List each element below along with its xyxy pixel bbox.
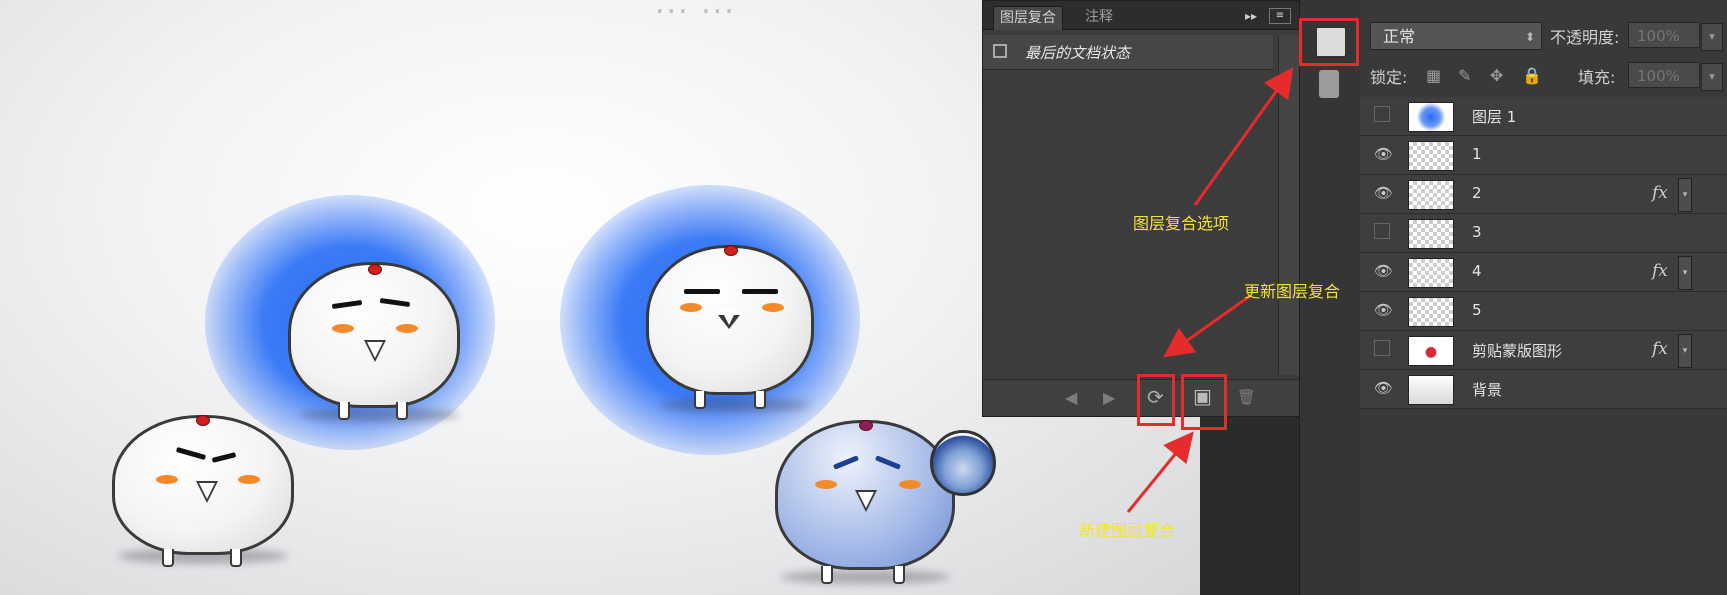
layers-panel: 正常 ⬍ 不透明度: 100% ▾ 锁定: ▦ ✎ ✥ 🔒 填充: 100% ▾ 图层… (1360, 0, 1727, 595)
character-shadow (780, 570, 950, 584)
layer-thumbnail (1408, 336, 1454, 366)
layer-thumbnail (1408, 258, 1454, 288)
tooltip-bubble-icon (930, 430, 996, 496)
tab-notes[interactable]: 注释 (1079, 6, 1119, 29)
layer-thumbnail (1408, 375, 1454, 405)
layer-name: 3 (1472, 223, 1482, 241)
character-shadow (300, 408, 460, 422)
visibility-toggle-off[interactable] (1374, 340, 1390, 356)
visibility-toggle-off[interactable] (1374, 106, 1390, 122)
layer-thumbnail (1408, 180, 1454, 210)
layer-row[interactable]: 👁 2 fx ▾ (1360, 175, 1727, 214)
layer-name: 剪贴蒙版图形 (1472, 342, 1563, 360)
label-update-layer-comp: 更新图层复合 (1244, 282, 1341, 301)
chick-character-front-right (775, 420, 955, 584)
highlight-box-new-comp (1181, 374, 1227, 430)
layer-row[interactable]: 👁 背景 (1360, 370, 1727, 409)
fx-icon[interactable]: fx (1652, 339, 1668, 359)
highlight-box-update-comp (1137, 374, 1175, 426)
panel-scrollbar[interactable] (1278, 35, 1299, 375)
layer-row[interactable]: 👁 5 (1360, 292, 1727, 331)
collapse-panel-icon[interactable]: ▸▸ (1245, 9, 1257, 23)
layer-comp-row-last-state[interactable]: 最后的文档状态 (983, 35, 1273, 70)
visibility-toggle-off[interactable] (1374, 223, 1390, 239)
highlight-box-comp-options (1299, 18, 1359, 66)
comp-state-icon (993, 44, 1007, 58)
label-new-layer-comp: 新建图层复合 (1079, 521, 1176, 540)
lock-transparent-icon[interactable]: ▦ (1426, 66, 1441, 85)
layer-row[interactable]: 👁 1 (1360, 136, 1727, 175)
blend-mode-value: 正常 (1383, 27, 1416, 46)
dropdown-arrow-icon: ▾ (1701, 63, 1723, 91)
panel-tabbar: 图层复合 注释 ▸▸ ≡ (983, 1, 1303, 30)
next-comp-icon[interactable]: ▶ (1103, 388, 1115, 407)
layer-thumbnail (1408, 102, 1454, 132)
dropdown-arrow-icon: ▾ (1701, 23, 1723, 51)
fill-label: 填充: (1578, 68, 1616, 87)
effects-expand-icon[interactable]: ▾ (1678, 334, 1692, 368)
layer-thumbnail (1408, 141, 1454, 171)
comp-row-label: 最后的文档状态 (1025, 44, 1131, 62)
lock-all-icon[interactable]: 🔒 (1522, 66, 1542, 85)
fx-icon[interactable]: fx (1652, 261, 1668, 281)
eye-icon[interactable]: 👁 (1374, 262, 1393, 280)
canvas-caption: ... ... (655, 0, 736, 21)
layer-name: 2 (1472, 184, 1482, 202)
layer-name: 背景 (1472, 381, 1503, 399)
fill-input[interactable]: 100% ▾ (1628, 62, 1723, 91)
notes-dock-icon[interactable] (1319, 70, 1339, 98)
fill-value: 100% (1637, 67, 1680, 85)
layer-row[interactable]: 剪贴蒙版图形 fx ▾ (1360, 331, 1727, 370)
layer-thumbnail (1408, 297, 1454, 327)
panel-menu-icon[interactable]: ≡ (1269, 8, 1291, 24)
previous-comp-icon[interactable]: ◀ (1065, 388, 1077, 407)
lock-pixels-icon[interactable]: ✎ (1458, 66, 1471, 85)
chick-character-glow-right (646, 245, 814, 409)
layer-name: 1 (1472, 145, 1482, 163)
layer-row[interactable]: 3 (1360, 214, 1727, 253)
layer-comps-panel: 图层复合 注释 ▸▸ ≡ 最后的文档状态 ◀ ▶ ⟳ ▣ 🗑 (982, 0, 1304, 417)
eye-icon[interactable]: 👁 (1374, 145, 1393, 163)
eye-icon[interactable]: 👁 (1374, 184, 1393, 202)
effects-expand-icon[interactable]: ▾ (1678, 178, 1692, 212)
layer-name: 5 (1472, 301, 1482, 319)
layer-name: 图层 1 (1472, 108, 1517, 126)
tab-layer-comps[interactable]: 图层复合 (993, 6, 1063, 30)
opacity-value: 100% (1637, 27, 1680, 45)
layer-thumbnail (1408, 219, 1454, 249)
opacity-input[interactable]: 100% ▾ (1628, 22, 1723, 51)
layer-row[interactable]: 图层 1 (1360, 97, 1727, 136)
lock-position-icon[interactable]: ✥ (1490, 66, 1503, 85)
chick-character-glow-left (288, 262, 460, 420)
label-layer-comp-options: 图层复合选项 (1133, 214, 1230, 233)
layer-name: 4 (1472, 262, 1482, 280)
opacity-label: 不透明度: (1550, 28, 1620, 47)
layer-row[interactable]: 👁 4 fx ▾ (1360, 253, 1727, 292)
select-arrow-icon: ⬍ (1524, 30, 1535, 44)
lock-label: 锁定: (1370, 68, 1408, 87)
character-shadow (660, 398, 810, 412)
chick-character-front-left (112, 415, 294, 567)
blend-mode-select[interactable]: 正常 ⬍ (1370, 22, 1542, 50)
effects-expand-icon[interactable]: ▾ (1678, 256, 1692, 290)
eye-icon[interactable]: 👁 (1374, 379, 1393, 397)
delete-comp-icon[interactable]: 🗑 (1237, 388, 1256, 406)
eye-icon[interactable]: 👁 (1374, 301, 1393, 319)
fx-icon[interactable]: fx (1652, 183, 1668, 203)
